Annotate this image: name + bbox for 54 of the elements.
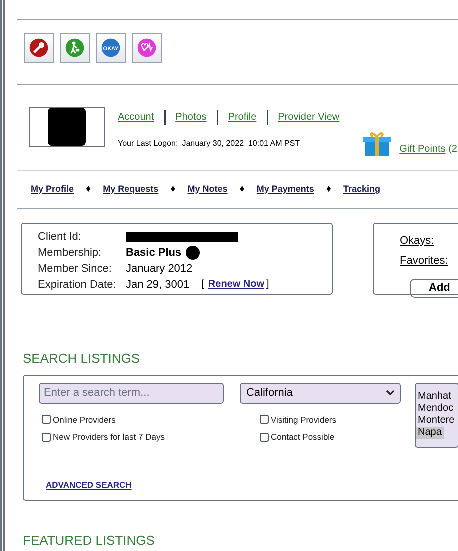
nav-link[interactable]: Tracking (344, 182, 381, 196)
field-label: Membership: (38, 246, 103, 260)
account-link[interactable]: Profile (228, 110, 257, 125)
gift-points-count: (2 (448, 144, 458, 155)
state-dropdown[interactable]: California (240, 382, 401, 404)
account-link[interactable]: Account (118, 110, 154, 125)
city-option[interactable]: Manhat (416, 390, 454, 402)
separator-mark: ♦ (240, 183, 245, 197)
nav-link[interactable]: My Profile (31, 182, 74, 196)
checkbox[interactable] (42, 415, 51, 424)
separator-mark: ♦ (86, 183, 92, 197)
field-value: January 2012 (126, 262, 193, 276)
checkbox-label: New Providers for last 7 Days (53, 431, 165, 444)
city-option[interactable]: Montere (416, 414, 457, 426)
add-button[interactable]: Add (410, 279, 458, 298)
city-option[interactable]: Napa (416, 426, 444, 438)
checkbox[interactable] (260, 415, 269, 424)
section-heading: SEARCH LISTINGS (22, 350, 142, 368)
bracket-mark: ] (266, 278, 270, 292)
checkbox[interactable] (260, 433, 269, 442)
bracket-mark: [ (202, 278, 204, 292)
field-value: Jan 29, 3001 (126, 278, 190, 292)
city-listbox[interactable]: Manhat Mendoc Montere Napa (415, 382, 458, 448)
checkbox-label: Visiting Providers (271, 414, 337, 426)
checkbox-label: Contact Possible (271, 431, 335, 444)
gift-points-link[interactable]: Gift Points (400, 144, 446, 155)
action-button[interactable] (60, 33, 90, 63)
stat-link[interactable]: Favorites: (400, 252, 448, 269)
account-link[interactable]: Photos (176, 110, 207, 125)
last-logon-time: January 30, 2022 10:01 AM PST (182, 138, 300, 150)
action-button[interactable] (132, 33, 162, 63)
checkbox-label: Online Providers (53, 414, 116, 426)
nav-link[interactable]: My Requests (103, 182, 159, 196)
city-option[interactable]: Mendoc (416, 402, 456, 414)
field-label: Member Since: (38, 262, 113, 276)
search-field[interactable]: Enter a search term... (39, 382, 224, 404)
field-label: Client Id: (38, 230, 82, 244)
checkbox[interactable] (42, 433, 51, 442)
advanced-search-link[interactable]: ADVANCED SEARCH (46, 478, 132, 492)
last-logon-label: Your Last Logon: (118, 138, 178, 150)
section-heading: FEATURED LISTINGS (22, 532, 156, 550)
stat-link[interactable]: Okays: (400, 233, 434, 250)
nav-link[interactable]: My Payments (256, 182, 314, 196)
account-link[interactable]: Provider View (278, 110, 340, 125)
separator-mark: ♦ (326, 183, 332, 197)
renew-now-link[interactable]: Renew Now (208, 278, 265, 292)
nav-link[interactable]: My Notes (188, 182, 228, 196)
chevron-down-icon (386, 390, 395, 396)
walking-person-icon (64, 37, 86, 59)
separator-mark: ♦ (170, 183, 176, 197)
field-label: Expiration Date: (38, 278, 118, 292)
action-button[interactable] (24, 33, 54, 63)
gift-box-icon (362, 131, 392, 157)
field-value: Basic Plus (126, 246, 182, 260)
